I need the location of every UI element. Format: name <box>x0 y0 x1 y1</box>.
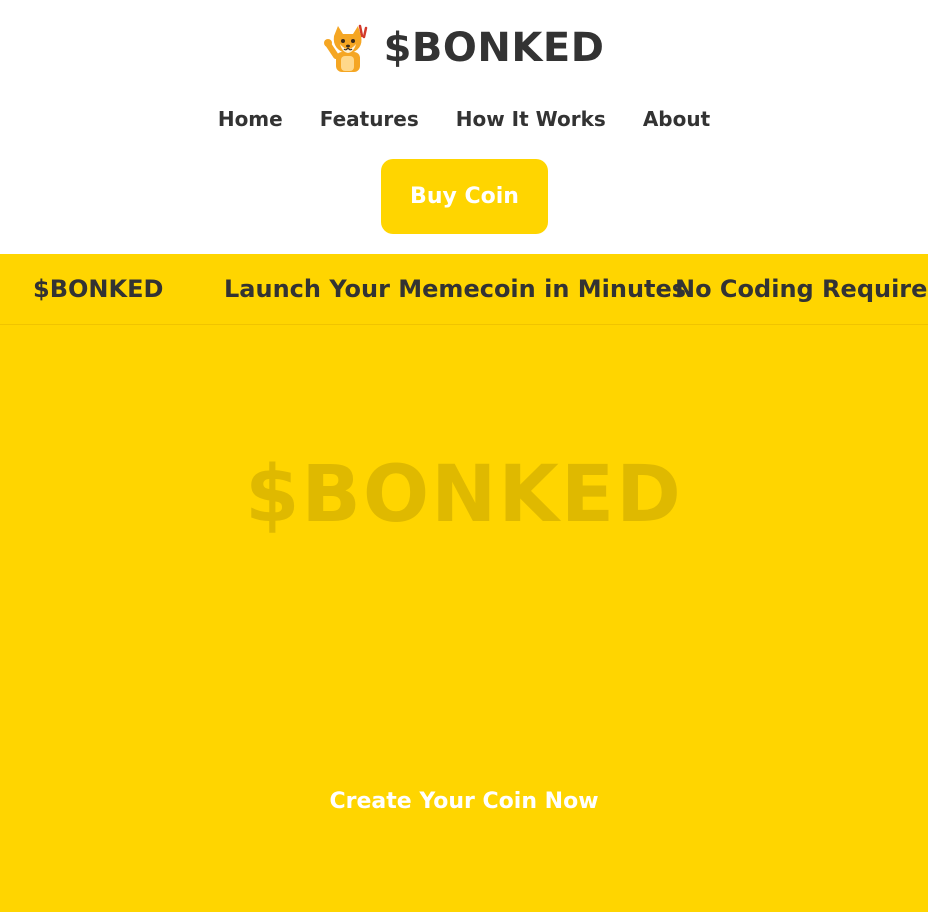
shiba-mascot-icon <box>323 24 367 72</box>
nav-item-features[interactable]: Features <box>320 104 419 134</box>
nav-item-about[interactable]: About <box>643 104 710 134</box>
ticker-item: $BONKED <box>33 275 164 303</box>
site-header: $BONKED Home Features How It Works About… <box>0 0 928 254</box>
nav-item-how-it-works[interactable]: How It Works <box>456 104 606 134</box>
brand-name: $BONKED <box>383 25 605 71</box>
nav-item-home[interactable]: Home <box>218 104 283 134</box>
main-nav: Home Features How It Works About <box>0 104 928 134</box>
buy-coin-button[interactable]: Buy Coin <box>381 159 548 234</box>
brand-logo[interactable]: $BONKED <box>0 22 928 74</box>
create-coin-button[interactable]: Create Your Coin Now <box>0 786 928 818</box>
ticker-item: No Coding Required <box>675 275 928 303</box>
ticker-item: Launch Your Memecoin in Minutes <box>224 275 687 303</box>
hero-title: $BONKED <box>245 450 683 540</box>
ticker-banner: $BONKED Launch Your Memecoin in Minutes … <box>0 254 928 325</box>
